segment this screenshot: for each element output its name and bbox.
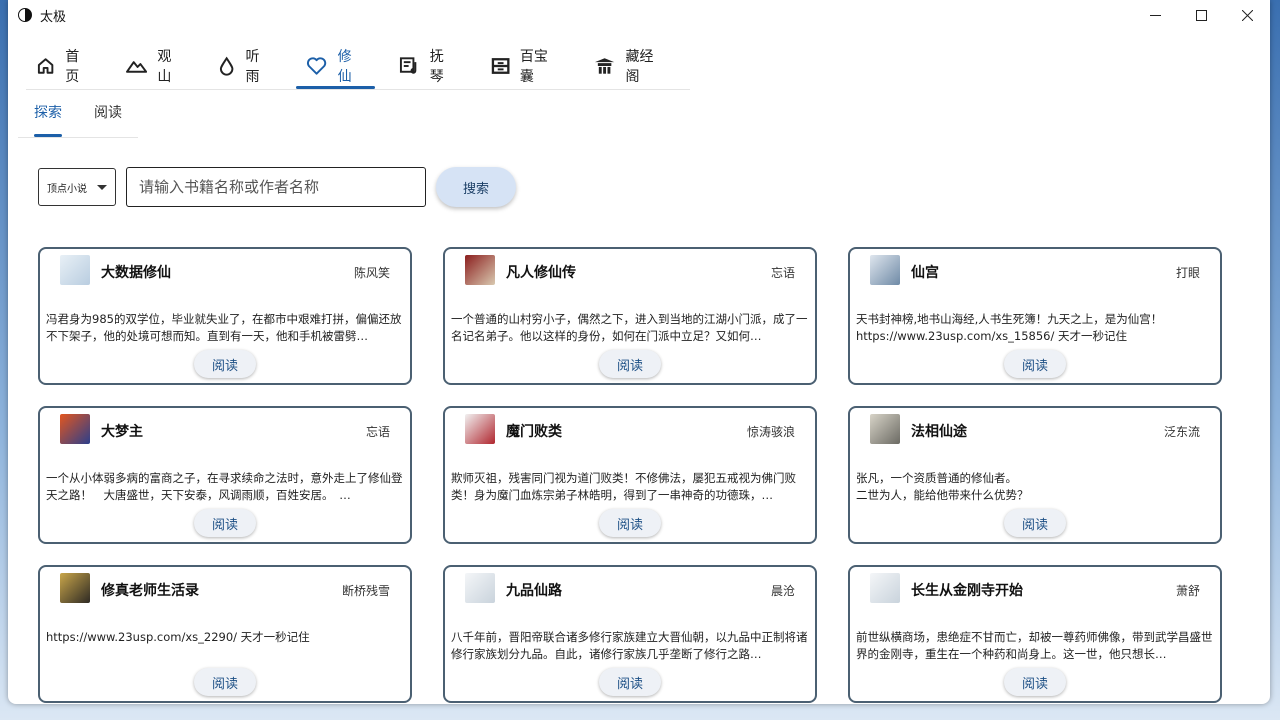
book-description: 前世纵横商场，患绝症不甘而亡，却被一尊药师佛像，带到武学昌盛世界的金刚寺，重生在… — [856, 630, 1213, 661]
book-author: 忘语 — [365, 425, 390, 439]
read-button[interactable]: 阅读 — [194, 350, 256, 378]
book-card[interactable]: 凡人修仙传 忘语一个普通的山村穷小子，偶然之下，进入到当地的江湖小门派，成了一名记… — [443, 247, 817, 385]
book-cover — [465, 573, 495, 603]
minimize-icon[interactable] — [1132, 0, 1178, 30]
book-author: 陈风笑 — [353, 266, 390, 280]
maximize-icon[interactable] — [1178, 0, 1224, 30]
book-card[interactable]: 魔门败类 惊涛骇浪欺师灭祖，残害同门视为道门败类！不修佛法，屡犯五戒视为佛门败类！… — [443, 406, 817, 544]
book-cover — [870, 414, 900, 444]
nav-label: 百宝囊 — [519, 49, 548, 85]
book-cover — [60, 573, 90, 603]
read-button[interactable]: 阅读 — [1004, 350, 1066, 378]
book-title: 仙宫 — [911, 265, 939, 281]
book-cover — [465, 255, 495, 285]
book-description: 一个从小体弱多病的富商之子，在寻求续命之法时，意外走上了修仙登天之路！ 大唐盛世… — [46, 471, 403, 502]
search-bar: 顶点小说 搜索 — [38, 167, 516, 207]
nav-label: 观山 — [157, 49, 172, 85]
book-author: 断桥残雪 — [341, 584, 390, 598]
book-description: https://www.23usp.com/xs_2290/ 天才一秒记住 — [46, 630, 310, 644]
tab-explore[interactable]: 探索 — [18, 95, 78, 137]
app-window: 太极 首页 观山 听雨 修仙 抚琴 百宝囊 藏经阁 探索 阅读 顶点小说 请输入… — [8, 0, 1270, 704]
search-input[interactable] — [126, 167, 426, 207]
read-button[interactable]: 阅读 — [599, 350, 661, 378]
nav-item-library[interactable]: 藏经阁 — [584, 46, 676, 86]
book-card[interactable]: 大数据修仙 陈风笑冯君身为985的双学位，毕业就失业了，在都市中艰难打拼，偏偏还放… — [38, 247, 412, 385]
book-title: 长生从金刚寺开始 — [911, 583, 1023, 599]
source-dropdown[interactable]: 顶点小说 — [38, 168, 116, 206]
water-drop-icon — [220, 56, 234, 76]
book-title: 大数据修仙 — [101, 265, 171, 281]
chevron-down-icon — [97, 184, 107, 190]
book-card[interactable]: 修真老师生活录 断桥残雪 https://www.23usp.com/xs_2290… — [38, 565, 412, 703]
nav-label: 首页 — [65, 49, 80, 85]
temple-icon — [595, 58, 615, 74]
taiji-logo-icon — [18, 8, 32, 22]
book-card[interactable]: 大梦主 忘语一个从小体弱多病的富商之子，在寻求续命之法时，意外走上了修仙登天之路！… — [38, 406, 412, 544]
read-button[interactable]: 阅读 — [599, 509, 661, 537]
book-cover — [60, 414, 90, 444]
book-description: 冯君身为985的双学位，毕业就失业了，在都市中艰难打拼，偏偏还放不下架子，他的处… — [46, 312, 402, 343]
window-title: 太极 — [40, 9, 67, 25]
book-author: 萧舒 — [1175, 584, 1200, 598]
book-title: 大梦主 — [101, 424, 143, 440]
nav-item-rain[interactable]: 听雨 — [208, 46, 282, 86]
read-button[interactable]: 阅读 — [194, 668, 256, 696]
book-description: 一个普通的山村穷小子，偶然之下，进入到当地的江湖小门派，成了一名记名弟子。他以这… — [451, 312, 808, 343]
nav-item-home[interactable]: 首页 — [26, 46, 102, 86]
read-button[interactable]: 阅读 — [1004, 668, 1066, 696]
title-bar: 太极 — [8, 0, 1270, 30]
tab-read[interactable]: 阅读 — [78, 95, 138, 129]
book-cover — [870, 255, 900, 285]
search-button[interactable]: 搜索 — [436, 167, 516, 207]
main-nav: 首页 观山 听雨 修仙 抚琴 百宝囊 藏经阁 — [26, 46, 690, 90]
nav-item-treasure[interactable]: 百宝囊 — [481, 46, 571, 86]
book-description: 八千年前，晋阳帝联合诸多修行家族建立大晋仙朝，以九品中正制将诸修行家族划分九品。… — [451, 630, 808, 661]
book-card[interactable]: 仙宫 打眼天书封神榜,地书山海经,人书生死簿！九天之上，是为仙宫！ https:/… — [848, 247, 1222, 385]
nav-label: 修仙 — [337, 49, 352, 85]
read-button[interactable]: 阅读 — [1004, 509, 1066, 537]
book-cover — [60, 255, 90, 285]
book-author: 打眼 — [1175, 266, 1200, 280]
read-button[interactable]: 阅读 — [194, 509, 256, 537]
book-cover — [870, 573, 900, 603]
book-card[interactable]: 九品仙路 晨沧八千年前，晋阳帝联合诸多修行家族建立大晋仙朝，以九品中正制将诸修行家… — [443, 565, 817, 703]
music-note-icon — [399, 57, 416, 74]
nav-item-cultivate[interactable]: 修仙 — [296, 46, 375, 89]
source-value: 顶点小说 — [47, 183, 87, 195]
inbox-icon — [491, 58, 510, 74]
book-author: 惊涛骇浪 — [746, 425, 795, 439]
close-icon[interactable] — [1224, 0, 1270, 30]
book-title: 魔门败类 — [506, 424, 562, 440]
book-description: 天书封神榜,地书山海经,人书生死簿！九天之上，是为仙宫！ https://www… — [856, 312, 1163, 343]
nav-item-mountain[interactable]: 观山 — [116, 46, 194, 86]
read-button[interactable]: 阅读 — [599, 668, 661, 696]
nav-item-qin[interactable]: 抚琴 — [389, 46, 467, 86]
book-description: 欺师灭祖，残害同门视为道门败类！不修佛法，屡犯五戒视为佛门败类！身为魔门血炼宗弟… — [451, 471, 796, 502]
book-title: 凡人修仙传 — [506, 265, 576, 281]
book-author: 晨沧 — [770, 584, 795, 598]
nav-label: 抚琴 — [429, 49, 444, 85]
book-card[interactable]: 长生从金刚寺开始 萧舒前世纵横商场，患绝症不甘而亡，却被一尊药师佛像，带到武学昌盛… — [848, 565, 1222, 703]
mountain-icon — [126, 61, 148, 73]
heart-icon — [307, 57, 327, 75]
book-cover — [465, 414, 495, 444]
book-title: 九品仙路 — [506, 583, 562, 599]
nav-label: 听雨 — [245, 49, 260, 85]
book-author: 忘语 — [770, 266, 795, 280]
book-card[interactable]: 法相仙途 泛东流张凡，一个资质普通的修仙者。 二世为人，能给他带来什么优势？ 阅读 — [848, 406, 1222, 544]
sub-tabs: 探索 阅读 — [18, 95, 138, 138]
book-title: 修真老师生活录 — [101, 583, 199, 599]
book-grid: 大数据修仙 陈风笑冯君身为985的双学位，毕业就失业了，在都市中艰难打拼，偏偏还放… — [38, 247, 1222, 703]
home-icon — [37, 58, 54, 74]
book-title: 法相仙途 — [911, 424, 967, 440]
book-author: 泛东流 — [1163, 425, 1200, 439]
nav-label: 藏经阁 — [625, 49, 654, 85]
book-description: 张凡，一个资质普通的修仙者。 二世为人，能给他带来什么优势？ — [856, 471, 1029, 502]
